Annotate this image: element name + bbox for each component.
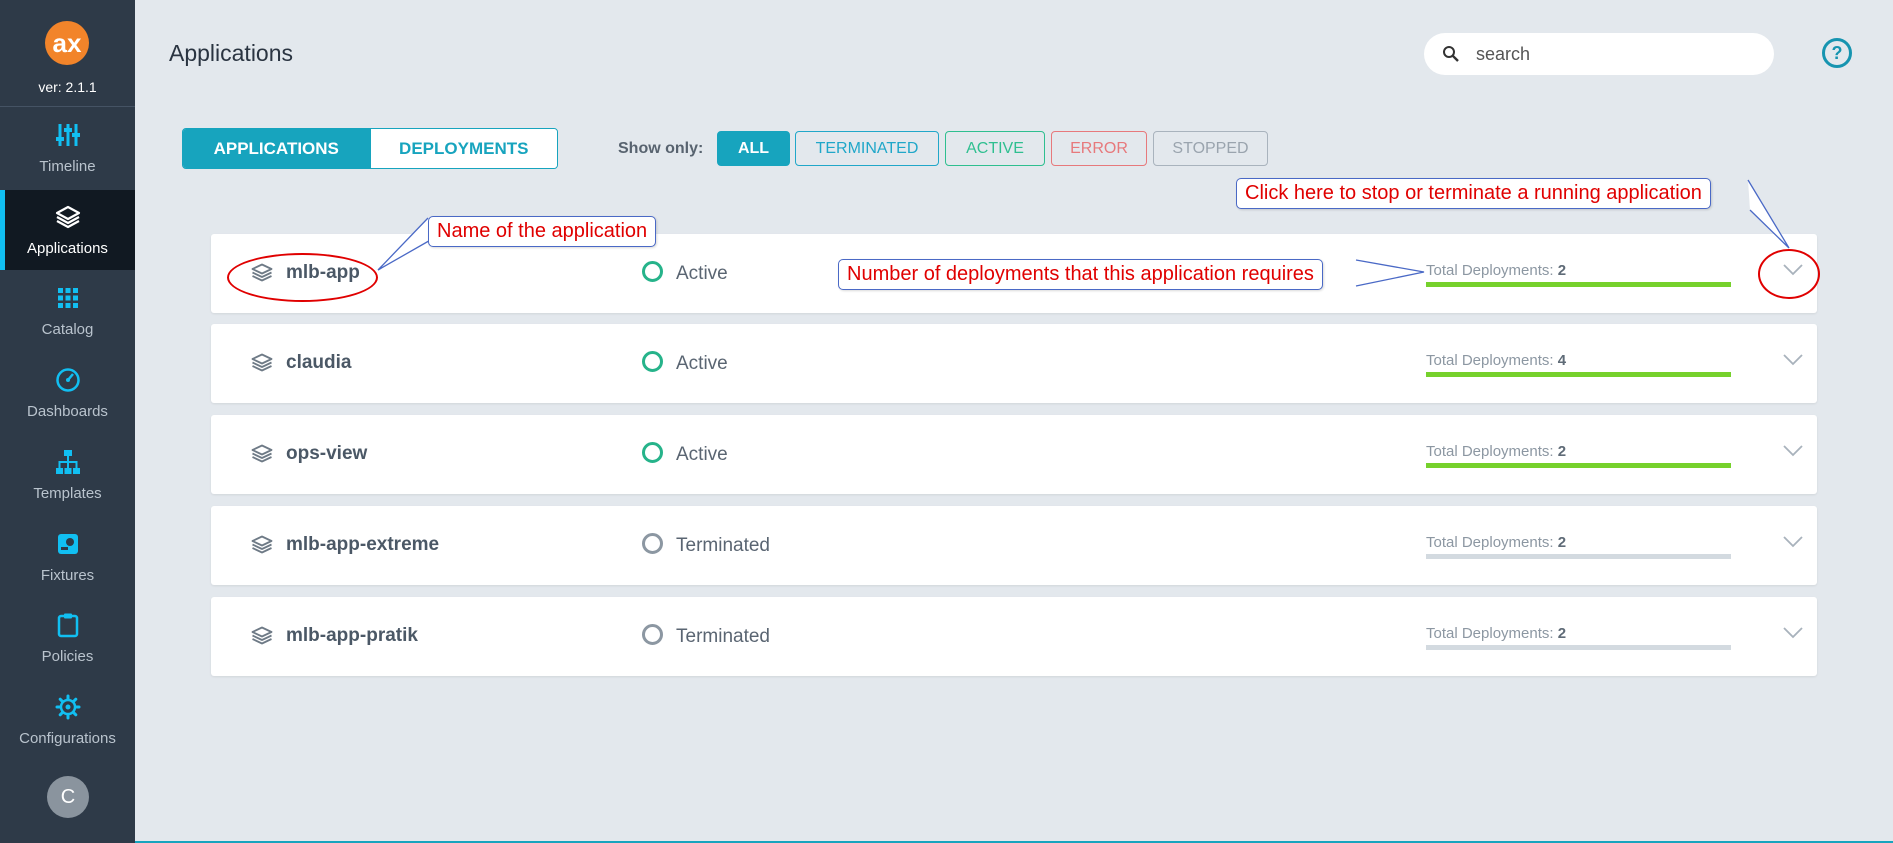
application-row[interactable]: ops-view Active Total Deployments: 2 xyxy=(211,415,1817,494)
sidebar-item-label: Applications xyxy=(27,240,108,257)
sidebar-item-label: Catalog xyxy=(41,321,94,338)
application-status: Terminated xyxy=(676,626,770,647)
sidebar: ax ver: 2.1.1 Timeline Applications Cata… xyxy=(0,0,135,843)
deployments-label: Total Deployments: xyxy=(1426,443,1554,460)
sidebar-item-label: Dashboards xyxy=(27,403,108,420)
search-input[interactable] xyxy=(1476,43,1756,65)
application-status: Active xyxy=(676,353,728,374)
deployments-count: 2 xyxy=(1557,443,1567,460)
logo-area: ax ver: 2.1.1 xyxy=(0,0,135,107)
grid-icon xyxy=(58,288,78,308)
application-name[interactable]: ops-view xyxy=(286,443,367,465)
tab-deployments[interactable]: DEPLOYMENTS xyxy=(369,129,557,168)
status-terminated-icon xyxy=(642,624,663,645)
layers-icon xyxy=(251,353,273,372)
application-row[interactable]: claudia Active Total Deployments: 4 xyxy=(211,324,1817,403)
deployments-summary: Total Deployments: 2 xyxy=(1426,262,1566,279)
application-row[interactable]: mlb-app-pratik Terminated Total Deployme… xyxy=(211,597,1817,676)
deployments-progress-bar xyxy=(1426,645,1731,650)
deployments-progress-bar xyxy=(1426,282,1731,287)
status-active-icon xyxy=(642,351,663,372)
application-name[interactable]: mlb-app-extreme xyxy=(286,534,439,556)
deployments-count: 2 xyxy=(1557,625,1567,642)
sidebar-item-label: Policies xyxy=(41,648,94,665)
deployments-count: 2 xyxy=(1557,534,1567,551)
sliders-icon xyxy=(56,124,80,146)
application-name[interactable]: claudia xyxy=(286,352,351,374)
deployments-label: Total Deployments: xyxy=(1426,625,1554,642)
filter-all-button[interactable]: ALL xyxy=(717,131,790,166)
status-terminated-icon xyxy=(642,533,663,554)
logo[interactable]: ax xyxy=(45,21,89,65)
sidebar-item-timeline[interactable]: Timeline xyxy=(0,108,135,188)
deployments-summary: Total Deployments: 2 xyxy=(1426,625,1566,642)
deployments-progress-fill xyxy=(1426,463,1731,468)
gear-icon xyxy=(55,694,81,720)
sidebar-item-label: Fixtures xyxy=(40,567,95,584)
sidebar-item-dashboards[interactable]: Dashboards xyxy=(0,353,135,433)
search-icon xyxy=(1443,46,1459,62)
deployments-summary: Total Deployments: 2 xyxy=(1426,443,1566,460)
deployments-progress-bar xyxy=(1426,463,1731,468)
annotation-deployments-callout: Number of deployments that this applicat… xyxy=(838,259,1323,290)
filter-label: Show only: xyxy=(618,140,704,157)
deployments-count: 4 xyxy=(1557,352,1567,369)
application-status: Terminated xyxy=(676,535,770,556)
sidebar-item-applications[interactable]: Applications xyxy=(0,190,135,270)
deployments-summary: Total Deployments: 2 xyxy=(1426,534,1566,551)
annotation-ellipse-name xyxy=(227,253,378,302)
sidebar-item-policies[interactable]: Policies xyxy=(0,598,135,678)
view-tabs: APPLICATIONS DEPLOYMENTS xyxy=(182,128,558,169)
hierarchy-icon xyxy=(56,450,80,474)
application-row[interactable]: mlb-app-extreme Terminated Total Deploym… xyxy=(211,506,1817,585)
annotation-ellipse-chevron xyxy=(1758,249,1820,299)
status-active-icon xyxy=(642,442,663,463)
application-status: Active xyxy=(676,444,728,465)
version-label: ver: 2.1.1 xyxy=(38,79,97,95)
deployments-count: 2 xyxy=(1557,262,1567,279)
deployments-label: Total Deployments: xyxy=(1426,352,1554,369)
deployments-progress-fill xyxy=(1426,372,1731,377)
deployments-progress-bar xyxy=(1426,554,1731,559)
filter-terminated-button[interactable]: TERMINATED xyxy=(795,131,939,166)
deployments-progress-bar xyxy=(1426,372,1731,377)
gauge-icon xyxy=(56,368,80,392)
sidebar-item-templates[interactable]: Templates xyxy=(0,435,135,515)
page-title: Applications xyxy=(169,40,294,66)
sidebar-item-label: Configurations xyxy=(19,730,116,747)
annotation-stop-callout: Click here to stop or terminate a runnin… xyxy=(1236,178,1711,209)
sidebar-item-label: Timeline xyxy=(39,158,96,175)
filter-stopped-button[interactable]: STOPPED xyxy=(1153,131,1268,166)
avatar[interactable]: C xyxy=(47,776,89,818)
deployments-label: Total Deployments: xyxy=(1426,262,1554,279)
tab-applications[interactable]: APPLICATIONS xyxy=(183,129,370,168)
chevron-down-icon[interactable] xyxy=(1783,536,1803,548)
search-box xyxy=(1424,33,1774,75)
annotation-name-callout: Name of the application xyxy=(428,216,657,247)
filter-active-button[interactable]: ACTIVE xyxy=(945,131,1045,166)
deployments-summary: Total Deployments: 4 xyxy=(1426,352,1566,369)
chevron-down-icon[interactable] xyxy=(1783,627,1803,639)
application-name[interactable]: mlb-app-pratik xyxy=(286,625,418,647)
sidebar-item-catalog[interactable]: Catalog xyxy=(0,271,135,351)
deployments-progress-fill xyxy=(1426,282,1731,287)
status-active-icon xyxy=(642,261,663,282)
help-icon[interactable]: ? xyxy=(1822,38,1852,68)
filter-error-button[interactable]: ERROR xyxy=(1051,131,1147,166)
chevron-down-icon[interactable] xyxy=(1783,445,1803,457)
application-status: Active xyxy=(676,263,728,284)
sidebar-item-configurations[interactable]: Configurations xyxy=(0,680,135,760)
sidebar-item-fixtures[interactable]: Fixtures xyxy=(0,517,135,597)
layers-icon xyxy=(251,444,273,463)
deployments-label: Total Deployments: xyxy=(1426,534,1554,551)
layers-icon xyxy=(251,626,273,645)
chevron-down-icon[interactable] xyxy=(1783,354,1803,366)
sidebar-item-label: Templates xyxy=(33,485,102,502)
layers-icon xyxy=(251,535,273,554)
layers-icon xyxy=(55,205,81,229)
fixture-icon xyxy=(58,534,78,554)
clipboard-icon xyxy=(57,613,79,638)
